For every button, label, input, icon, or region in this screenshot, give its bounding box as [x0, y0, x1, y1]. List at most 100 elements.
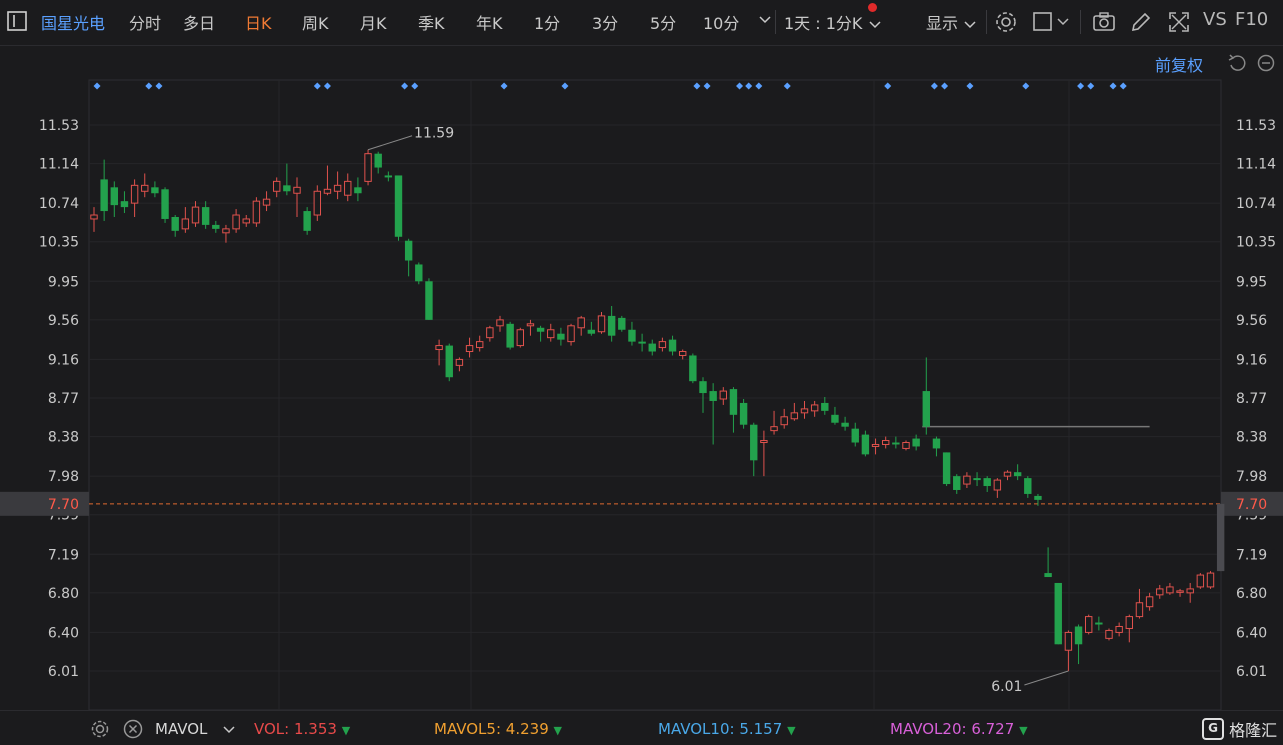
down-arrow-icon: ▼ — [1019, 724, 1028, 737]
candle-body — [953, 476, 961, 490]
candle-body — [476, 341, 484, 349]
candle-body — [821, 402, 829, 411]
f10-button[interactable]: F10 — [1235, 9, 1268, 30]
pencil-icon[interactable] — [1129, 10, 1153, 34]
candle-body — [313, 190, 322, 216]
chart-style-icon[interactable] — [1032, 10, 1072, 34]
candle-body — [800, 408, 809, 414]
candle-body — [1196, 574, 1205, 588]
stock-name[interactable]: 国星光电 — [41, 10, 105, 34]
brand-logo-icon: G — [1202, 718, 1224, 740]
candle-body — [719, 390, 727, 400]
chevron-down-icon[interactable] — [758, 12, 772, 31]
indicator-select[interactable]: MAVOL — [155, 720, 236, 738]
undo-icon[interactable] — [1228, 54, 1246, 72]
tab-月K[interactable]: 月K — [360, 10, 387, 34]
event-marker — [145, 82, 153, 90]
indicator-label: MAVOL — [155, 720, 208, 738]
candle-body — [374, 153, 382, 168]
tab-分时[interactable]: 分时 — [129, 10, 161, 34]
candle-body — [191, 206, 200, 224]
down-arrow-icon: ▼ — [553, 724, 562, 737]
candle-body — [912, 438, 920, 447]
candle-body — [790, 412, 799, 420]
y-tick-label-right: 7.19 — [1236, 547, 1267, 563]
candle-body — [1064, 631, 1073, 651]
adjust-mode-button[interactable]: 前复权 — [1155, 52, 1203, 76]
candle-body — [496, 319, 504, 327]
y-tick-label-right: 6.80 — [1236, 586, 1267, 602]
y-tick-label-right: 9.95 — [1236, 274, 1267, 290]
candle-body — [90, 214, 98, 220]
chart-toolbar: 国星光电 分时 多日 日K 周K 月K 季K 年K 1分 3分 5分 10分 1天 : 1分K 显示… — [0, 0, 1283, 46]
candle-body — [871, 443, 880, 447]
candle-body — [729, 389, 738, 415]
candle-body — [760, 440, 768, 444]
event-marker — [884, 82, 892, 90]
y-tick-label-left: 10.74 — [39, 196, 79, 212]
candle-body — [1054, 582, 1062, 645]
toolbar-divider — [775, 10, 776, 34]
candle-body — [739, 402, 748, 425]
plot-frame — [88, 79, 1222, 711]
candle-body — [201, 207, 210, 225]
candle-body — [171, 216, 179, 231]
candle-body — [770, 426, 778, 432]
candle-body — [1135, 602, 1144, 618]
gear-icon[interactable] — [994, 10, 1018, 34]
y-tick-label-left: 8.77 — [48, 391, 79, 407]
gear-icon[interactable] — [90, 719, 110, 739]
chevron-down-icon — [223, 725, 235, 733]
candle-body — [618, 317, 626, 330]
candle-body — [668, 339, 677, 352]
event-marker — [693, 82, 701, 90]
toolbar-divider — [986, 10, 987, 34]
event-marker — [783, 82, 791, 90]
candle-body — [394, 175, 403, 237]
candle-body — [181, 218, 190, 230]
candle-body — [1074, 626, 1083, 645]
candle-body — [922, 391, 930, 427]
tab-周K[interactable]: 周K — [302, 10, 329, 34]
tab-季K[interactable]: 季K — [418, 10, 445, 34]
tab-年K[interactable]: 年K — [476, 10, 503, 34]
period-select[interactable]: 1天 : 1分K — [784, 10, 882, 34]
camera-icon[interactable] — [1092, 10, 1116, 34]
event-marker — [755, 82, 763, 90]
candle-body — [597, 315, 606, 333]
candle-body — [750, 424, 758, 461]
tab-1分[interactable]: 1分 — [534, 10, 560, 34]
close-icon[interactable] — [123, 719, 143, 739]
candle-body — [1044, 573, 1052, 578]
candle-body — [455, 358, 464, 366]
high-price-label: 11.59 — [414, 126, 454, 142]
vs-button[interactable]: VS — [1203, 9, 1227, 30]
event-marker — [1119, 82, 1127, 90]
toolbar-divider — [1080, 10, 1081, 34]
zoom-out-icon[interactable] — [1257, 54, 1275, 72]
candle-body — [1166, 586, 1174, 594]
y-tick-label-right: 6.01 — [1236, 664, 1267, 680]
fullscreen-icon[interactable] — [1167, 10, 1191, 34]
candle-body — [222, 228, 230, 234]
tab-日K[interactable]: 日K — [245, 10, 272, 34]
event-marker — [1077, 82, 1085, 90]
chevron-down-icon — [868, 20, 881, 28]
tab-3分[interactable]: 3分 — [592, 10, 618, 34]
tab-多日[interactable]: 多日 — [183, 10, 215, 34]
candle-body — [1003, 471, 1012, 477]
sidebar-toggle-icon[interactable] — [7, 11, 27, 31]
candle-body — [1216, 503, 1225, 572]
candle-body — [577, 317, 585, 329]
candle-body — [699, 381, 707, 394]
tab-10分[interactable]: 10分 — [703, 10, 739, 34]
candle-body — [587, 329, 596, 334]
tab-5分[interactable]: 5分 — [650, 10, 676, 34]
display-menu[interactable]: 显示 — [926, 10, 977, 34]
event-marker — [703, 82, 711, 90]
candle-body — [465, 345, 474, 353]
kline-chart[interactable]: 11.53 11.53 11.14 11.14 10.74 10.74 10.35 10.35… — [0, 46, 1283, 711]
candle-body — [354, 187, 362, 194]
candle-body — [516, 329, 524, 347]
candle-body — [252, 200, 261, 224]
